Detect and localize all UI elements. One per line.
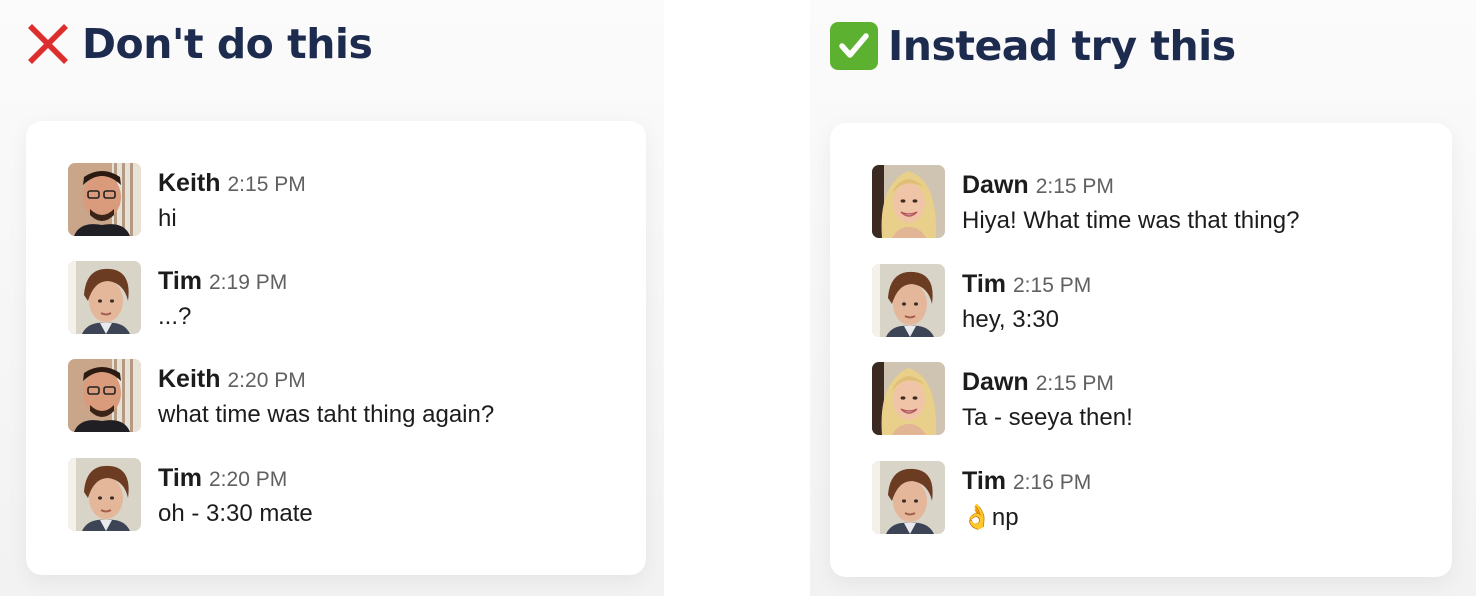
sender-name[interactable]: Keith [158, 365, 221, 394]
message-text: Ta - seeya then! [962, 404, 1133, 431]
bad-example-heading: Don't do this [24, 20, 373, 68]
chat-message: Keith 2:20 PM what time was taht thing a… [68, 359, 494, 432]
chat-message: Tim 2:19 PM ...? [68, 261, 287, 334]
chat-card-good: Dawn 2:15 PM Hiya! What time was that th… [830, 123, 1452, 577]
message-text: oh - 3:30 mate [158, 500, 313, 527]
check-mark-icon [830, 22, 878, 70]
message-timestamp[interactable]: 2:15 PM [1013, 274, 1091, 298]
message-timestamp[interactable]: 2:15 PM [1036, 372, 1114, 396]
message-text-content: np [991, 504, 1019, 531]
sender-name[interactable]: Tim [158, 464, 202, 493]
sender-name[interactable]: Tim [962, 467, 1006, 496]
message-text: Hiya! What time was that thing? [962, 207, 1300, 234]
message-timestamp[interactable]: 2:20 PM [209, 468, 287, 492]
message-text: ...? [158, 303, 192, 330]
sender-name[interactable]: Tim [962, 270, 1006, 299]
chat-message: Dawn 2:15 PM Ta - seeya then! [872, 362, 1133, 435]
bad-example-panel: Don't do this Keith 2:15 PM hi Tim 2:19 … [0, 0, 664, 596]
chat-message: Keith 2:15 PM hi [68, 163, 306, 236]
bad-example-heading-text: Don't do this [82, 20, 373, 68]
message-text: hi [158, 205, 177, 232]
message-timestamp[interactable]: 2:20 PM [228, 369, 306, 393]
sender-name[interactable]: Keith [158, 169, 221, 198]
sender-name[interactable]: Dawn [962, 368, 1029, 397]
message-timestamp[interactable]: 2:15 PM [228, 173, 306, 197]
avatar-keith[interactable] [68, 163, 141, 236]
avatar-tim[interactable] [68, 458, 141, 531]
message-text: hey, 3:30 [962, 306, 1059, 333]
sender-name[interactable]: Tim [158, 267, 202, 296]
good-example-heading-text: Instead try this [888, 22, 1236, 70]
avatar-keith[interactable] [68, 359, 141, 432]
message-timestamp[interactable]: 2:15 PM [1036, 175, 1114, 199]
cross-mark-icon [24, 20, 72, 68]
avatar-tim[interactable] [68, 261, 141, 334]
avatar-tim[interactable] [872, 264, 945, 337]
message-timestamp[interactable]: 2:16 PM [1013, 471, 1091, 495]
good-example-panel: Instead try this Dawn 2:15 PM Hiya! What… [810, 0, 1476, 596]
message-timestamp[interactable]: 2:19 PM [209, 271, 287, 295]
ok-hand-emoji-icon: 👌 [962, 504, 992, 531]
chat-card-bad: Keith 2:15 PM hi Tim 2:19 PM ...? Keith [26, 121, 646, 575]
chat-message: Tim 2:15 PM hey, 3:30 [872, 264, 1091, 337]
avatar-tim[interactable] [872, 461, 945, 534]
avatar-dawn[interactable] [872, 362, 945, 435]
sender-name[interactable]: Dawn [962, 171, 1029, 200]
good-example-heading: Instead try this [830, 22, 1236, 70]
chat-message: Tim 2:16 PM 👌np [872, 461, 1091, 534]
message-text: 👌np [962, 503, 1091, 532]
chat-message: Dawn 2:15 PM Hiya! What time was that th… [872, 165, 1299, 238]
avatar-dawn[interactable] [872, 165, 945, 238]
chat-message: Tim 2:20 PM oh - 3:30 mate [68, 458, 313, 531]
message-text: what time was taht thing again? [158, 401, 495, 428]
